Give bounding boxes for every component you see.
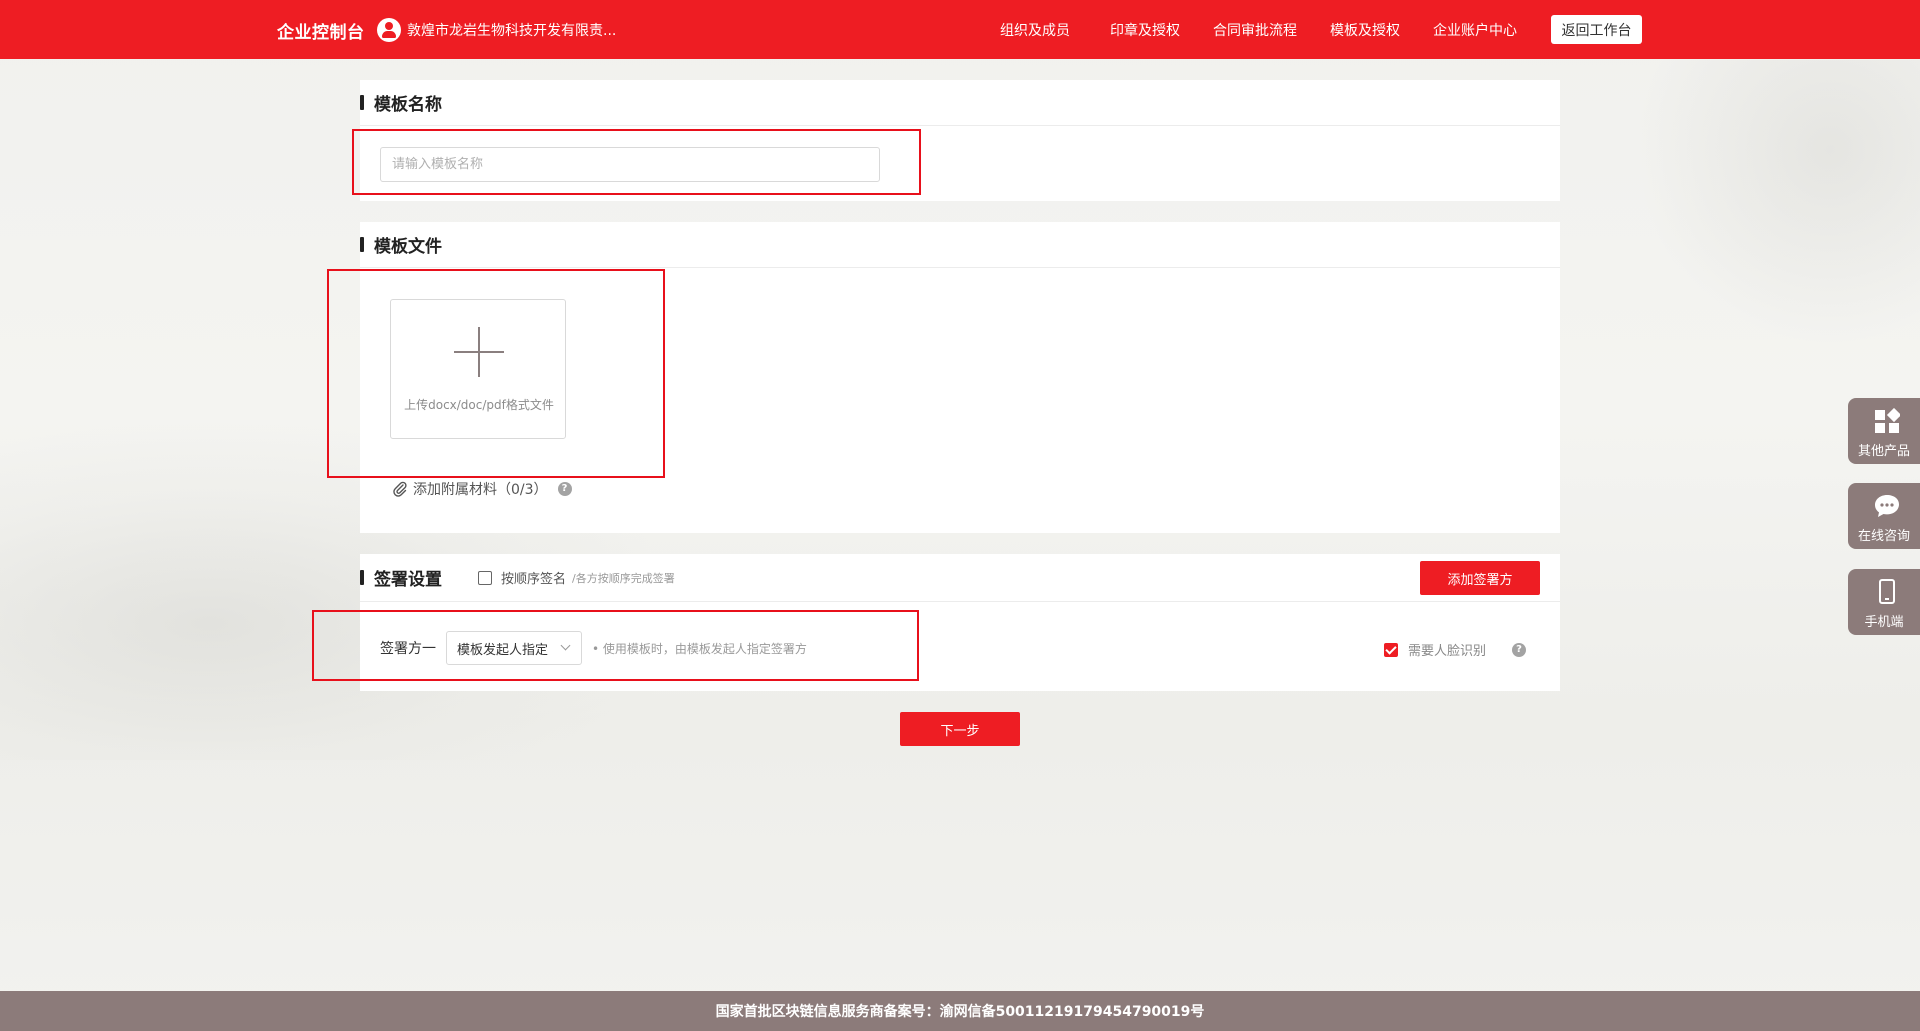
sign-settings-card: 签署设置 按顺序签名 /各方按顺序完成签署 添加签署方 签署方一 模板发起人指定… — [360, 554, 1560, 691]
online-consult-float[interactable]: 在线咨询 — [1848, 483, 1920, 549]
chevron-down-icon — [560, 640, 571, 651]
sequential-sign-checkbox[interactable] — [478, 570, 492, 585]
mobile-float[interactable]: 手机端 — [1848, 569, 1920, 635]
back-to-workbench-button[interactable]: 返回工作台 — [1551, 15, 1642, 44]
plus-icon — [454, 327, 504, 377]
template-name-input[interactable] — [380, 147, 880, 182]
nav-seal-auth[interactable]: 印章及授权 — [1110, 0, 1180, 59]
face-recognition-checkbox[interactable] — [1384, 642, 1398, 657]
template-name-card: 模板名称 — [360, 80, 1560, 201]
sequential-sign-hint: /各方按顺序完成签署 — [572, 571, 675, 585]
signer-hint: • 使用模板时，由模板发起人指定签署方 — [592, 642, 807, 656]
user-avatar-icon — [377, 18, 401, 42]
help-icon[interactable]: ? — [557, 482, 572, 496]
nav-org-members[interactable]: 组织及成员 — [1000, 0, 1070, 59]
signer-type-value: 模板发起人指定 — [457, 642, 549, 658]
section-marker — [360, 237, 364, 252]
help-icon[interactable]: ? — [1512, 642, 1527, 657]
mobile-phone-icon — [1879, 579, 1895, 604]
nav-enterprise-account[interactable]: 企业账户中心 — [1433, 0, 1517, 59]
section-marker — [360, 95, 364, 110]
nav-template-auth[interactable]: 模板及授权 — [1330, 0, 1400, 59]
company-name: 敦煌市龙岩生物科技开发有限责... — [407, 23, 617, 39]
top-navbar: 企业控制台 敦煌市龙岩生物科技开发有限责... 组织及成员 印章及授权 合同审批… — [0, 0, 1920, 59]
background-decoration — [1620, 60, 1920, 360]
template-file-card: 模板文件 上传docx/doc/pdf格式文件 添加附属材料（0/3） ? — [360, 222, 1560, 533]
float-label: 其他产品 — [1857, 444, 1910, 459]
upload-hint: 上传docx/doc/pdf格式文件 — [404, 398, 554, 412]
file-upload-box[interactable]: 上传docx/doc/pdf格式文件 — [390, 299, 566, 439]
float-label: 手机端 — [1864, 615, 1904, 630]
nav-contract-approval[interactable]: 合同审批流程 — [1213, 0, 1297, 59]
float-label: 在线咨询 — [1857, 529, 1910, 544]
signer-label: 签署方一 — [380, 641, 436, 657]
section-title: 模板名称 — [374, 95, 442, 115]
section-title: 模板文件 — [374, 237, 442, 257]
face-recognition-label: 需要人脸识别 — [1408, 644, 1487, 659]
company-switcher[interactable]: 敦煌市龙岩生物科技开发有限责... — [377, 18, 616, 42]
add-attachment-link[interactable]: 添加附属材料（0/3） ? — [392, 479, 572, 499]
attachment-label: 添加附属材料（0/3） — [413, 482, 548, 498]
grid-apps-icon — [1875, 408, 1900, 433]
chat-bubble-icon — [1875, 495, 1899, 517]
card-header: 模板文件 — [360, 222, 1560, 268]
sequential-sign-label: 按顺序签名 — [501, 572, 567, 587]
brand-title: 企业控制台 — [277, 23, 365, 43]
section-marker — [360, 570, 364, 585]
other-products-float[interactable]: 其他产品 — [1848, 398, 1920, 464]
card-header: 签署设置 按顺序签名 /各方按顺序完成签署 添加签署方 — [360, 554, 1560, 602]
section-title: 签署设置 — [374, 570, 442, 590]
footer-icp: 国家首批区块链信息服务商备案号：渝网信备50011219179454790019… — [0, 991, 1920, 1031]
face-recognition-option[interactable]: 需要人脸识别 ? — [1384, 640, 1527, 659]
add-signer-button[interactable]: 添加签署方 — [1420, 561, 1540, 595]
signer-type-select[interactable]: 模板发起人指定 — [446, 631, 582, 665]
next-step-button[interactable]: 下一步 — [900, 712, 1020, 746]
paperclip-icon — [393, 481, 407, 497]
card-header: 模板名称 — [360, 80, 1560, 126]
